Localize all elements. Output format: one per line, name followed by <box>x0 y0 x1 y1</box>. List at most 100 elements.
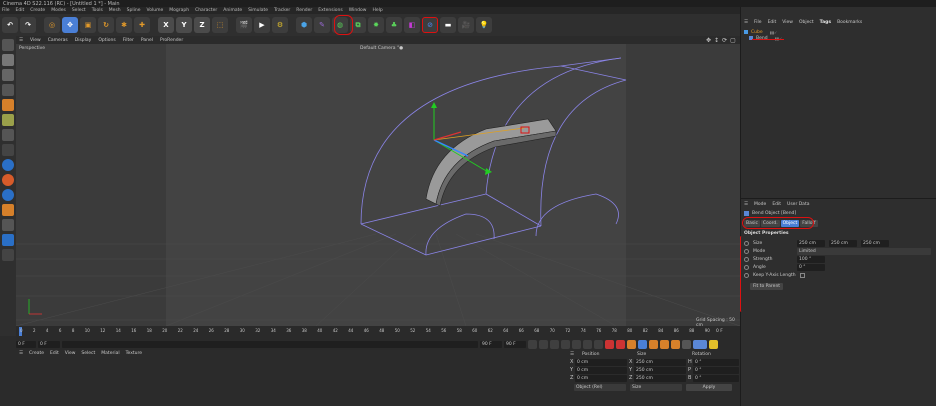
om-menu-view[interactable]: View <box>782 20 793 25</box>
menu-modes[interactable]: Modes <box>51 8 66 13</box>
coordinate-system-icon[interactable]: ⬚ <box>212 17 228 33</box>
menu-extensions[interactable]: Extensions <box>318 8 342 13</box>
play-icon[interactable] <box>561 339 570 349</box>
om-menu-object[interactable]: Object <box>799 20 814 25</box>
position-z-field[interactable]: 0 cm <box>575 374 627 382</box>
enable-snap-icon[interactable] <box>2 174 14 186</box>
key-point-level-icon[interactable] <box>682 339 691 349</box>
pen-icon[interactable]: ✎ <box>314 17 330 33</box>
viewport-menu-filter[interactable]: Filter <box>123 38 134 43</box>
menu-render[interactable]: Render <box>296 8 312 13</box>
record-icon[interactable] <box>605 339 614 349</box>
keep-y-checkbox[interactable] <box>799 273 805 278</box>
coord-mode-select[interactable]: Object (Rel) <box>574 384 626 391</box>
render-view-icon[interactable]: 🎬 <box>236 17 252 33</box>
rotation-p-field[interactable]: 0 ° <box>693 366 739 374</box>
viewport-menu-panel[interactable]: Panel <box>141 38 153 43</box>
texture-mode-icon[interactable] <box>2 69 14 81</box>
viewport-menu-display[interactable]: Display <box>75 38 92 43</box>
strength-input[interactable]: 100 ° <box>797 256 825 263</box>
attr-menu-user-data[interactable]: User Data <box>787 202 809 207</box>
menu-tools[interactable]: Tools <box>92 8 103 13</box>
key-rotation-icon[interactable] <box>660 339 669 349</box>
menu-spline[interactable]: Spline <box>127 8 141 13</box>
animate-dot[interactable] <box>744 265 749 270</box>
timeline-icon[interactable] <box>709 339 718 349</box>
go-to-start-icon[interactable] <box>528 339 537 349</box>
om-menu-tags[interactable]: Tags <box>820 20 831 25</box>
viewport-menu-prorender[interactable]: ProRender <box>160 38 183 43</box>
recent-tool-icon[interactable]: ✱ <box>116 17 132 33</box>
x-axis-lock[interactable]: X <box>158 17 174 33</box>
autokey-icon[interactable] <box>616 339 625 349</box>
material-menu-texture[interactable]: Texture <box>126 351 142 356</box>
model-mode-icon[interactable] <box>2 54 14 66</box>
size-z-input[interactable]: 250 cm <box>861 240 889 247</box>
object-row-bend[interactable]: Bend ▮▮✓ <box>744 35 782 41</box>
viewport-menu-options[interactable]: Options <box>98 38 115 43</box>
viewport[interactable]: Perspective Default Camera °● Grid Spaci… <box>16 44 740 326</box>
locked-workplane-icon[interactable] <box>2 204 14 216</box>
animate-dot[interactable] <box>744 241 749 246</box>
next-key-icon[interactable] <box>583 339 592 349</box>
camera-icon[interactable]: 🎥 <box>458 17 474 33</box>
floor-icon[interactable]: ▬ <box>440 17 456 33</box>
position-x-field[interactable]: 0 cm <box>575 358 627 366</box>
workplane-icon[interactable] <box>2 189 14 201</box>
material-menu-create[interactable]: Create <box>29 351 44 356</box>
frame-range-slider[interactable] <box>62 340 478 348</box>
prev-key-icon[interactable] <box>539 339 548 349</box>
menu-animate[interactable]: Animate <box>223 8 242 13</box>
frame-max-field[interactable]: 90 F <box>480 340 502 348</box>
visibility-icon[interactable]: ▮▮✓ <box>770 30 778 35</box>
live-selection-icon[interactable]: ◎ <box>44 17 60 33</box>
fit-to-parent-button[interactable]: Fit to Parent <box>750 283 784 290</box>
material-menu-edit[interactable]: Edit <box>50 351 59 356</box>
rotate-icon[interactable]: ↻ <box>98 17 114 33</box>
snap-icon[interactable] <box>2 159 14 171</box>
points-mode-icon[interactable] <box>2 84 14 96</box>
redo-icon[interactable]: ↷ <box>20 17 36 33</box>
zoom-view-icon[interactable]: ↕ <box>714 37 719 44</box>
key-position-icon[interactable] <box>638 339 647 349</box>
animation-layer-icon[interactable] <box>693 339 707 349</box>
size-y-field[interactable]: 250 cm <box>634 366 686 374</box>
angle-input[interactable]: 0 ° <box>797 264 825 271</box>
menu-mograph[interactable]: Mograph <box>169 8 189 13</box>
solo-icon[interactable] <box>2 234 14 246</box>
next-frame-icon[interactable] <box>572 339 581 349</box>
menu-create[interactable]: Create <box>30 8 45 13</box>
animate-dot[interactable] <box>744 257 749 262</box>
cube-icon[interactable]: ⬢ <box>296 17 312 33</box>
frame-current-field[interactable]: 0 F <box>16 340 36 348</box>
attr-panel-icon[interactable]: ☰ <box>744 202 748 207</box>
attr-menu-edit[interactable]: Edit <box>772 202 781 207</box>
material-panel-icon[interactable]: ☰ <box>19 351 23 356</box>
menu-select[interactable]: Select <box>72 8 86 13</box>
axis-mode-icon[interactable] <box>2 129 14 141</box>
key-scale-icon[interactable] <box>649 339 658 349</box>
menu-edit[interactable]: Edit <box>16 8 25 13</box>
coord-panel-icon[interactable]: ☰ <box>570 352 582 357</box>
om-menu-file[interactable]: File <box>754 20 762 25</box>
scale-icon[interactable]: ▣ <box>80 17 96 33</box>
size-y-input[interactable]: 250 cm <box>829 240 857 247</box>
render-settings-icon[interactable]: ⚙ <box>272 17 288 33</box>
position-y-field[interactable]: 0 cm <box>575 366 627 374</box>
key-parameter-icon[interactable] <box>671 339 680 349</box>
animate-dot[interactable] <box>744 249 749 254</box>
viewport-menu-view[interactable]: View <box>30 38 41 43</box>
layer-icon[interactable] <box>2 249 14 261</box>
animate-dot[interactable] <box>744 273 749 278</box>
material-area[interactable] <box>16 357 568 406</box>
menu-window[interactable]: Window <box>349 8 367 13</box>
size-z-field[interactable]: 250 cm <box>634 374 686 382</box>
grid-icon[interactable] <box>2 219 14 231</box>
material-menu-material[interactable]: Material <box>101 351 119 356</box>
coord-size-select[interactable]: Size <box>630 384 682 391</box>
menu-volume[interactable]: Volume <box>147 8 164 13</box>
size-x-field[interactable]: 250 cm <box>634 358 686 366</box>
material-menu-view[interactable]: View <box>65 351 76 356</box>
rotation-h-field[interactable]: 0 ° <box>693 358 739 366</box>
om-menu-edit[interactable]: Edit <box>768 20 777 25</box>
